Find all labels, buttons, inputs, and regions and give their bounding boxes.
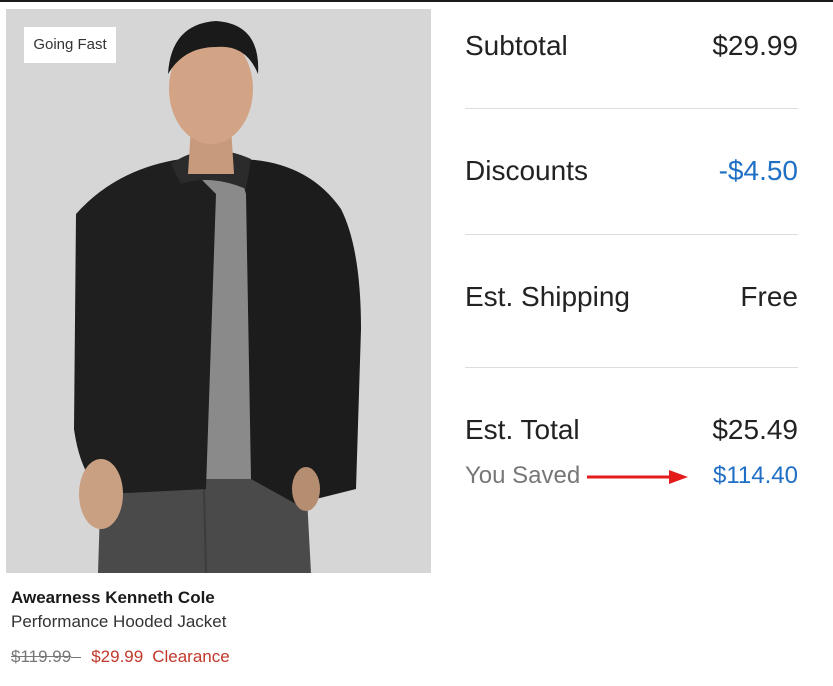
page: Going Fast Awearness Kenneth Cole Perfor… <box>0 0 833 686</box>
you-saved-label: You Saved <box>465 462 581 489</box>
divider <box>465 234 798 235</box>
subtotal-label: Subtotal <box>465 30 568 61</box>
sale-price: $29.99 <box>91 647 144 666</box>
price-row: $119.99 $29.99 Clearance <box>11 647 239 667</box>
original-price: $119.99 <box>11 647 72 666</box>
total-label: Est. Total <box>465 414 580 445</box>
top-border <box>0 0 833 2</box>
you-saved-value: $114.40 <box>713 462 798 489</box>
divider <box>465 367 798 368</box>
discounts-value: -$4.50 <box>718 155 798 186</box>
discounts-label: Discounts <box>465 155 588 186</box>
clearance-label: Clearance <box>152 647 230 666</box>
product-brand[interactable]: Awearness Kenneth Cole <box>11 588 215 608</box>
product-photo-illustration <box>6 9 431 573</box>
strikethrough-trail <box>71 657 82 659</box>
going-fast-badge: Going Fast <box>24 27 116 63</box>
subtotal-value: $29.99 <box>712 30 798 61</box>
shipping-value: Free <box>740 281 798 312</box>
annotation-arrow-icon <box>587 470 688 484</box>
shipping-label: Est. Shipping <box>465 281 630 312</box>
product-name[interactable]: Performance Hooded Jacket <box>11 612 226 632</box>
total-value: $25.49 <box>712 414 798 445</box>
divider <box>465 108 798 109</box>
product-image[interactable] <box>6 9 431 573</box>
